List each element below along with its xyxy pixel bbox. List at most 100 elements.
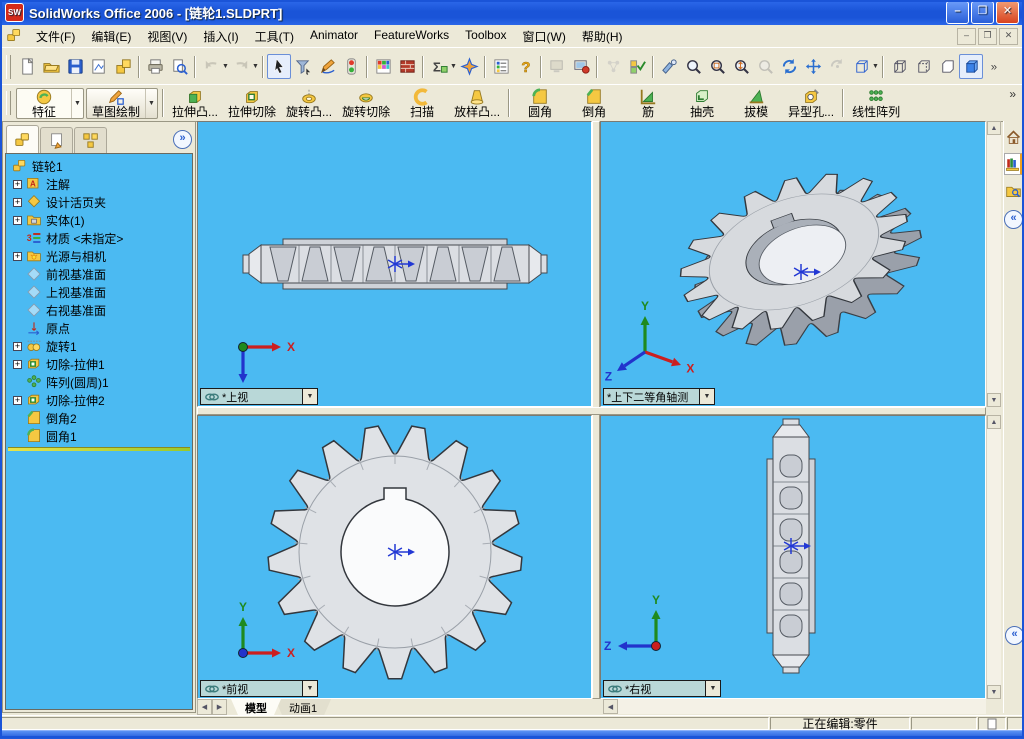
dropdown-arrow-icon[interactable]: ▼ [222, 63, 229, 70]
make-assembly-button[interactable] [111, 54, 135, 79]
zoom-fit-button[interactable] [681, 54, 705, 79]
relations-button[interactable] [601, 54, 625, 79]
tree-item[interactable]: 前视基准面 [6, 265, 192, 283]
viewport-top[interactable]: XZ *上视 ▼ [197, 121, 592, 407]
menu-item[interactable]: 文件(F) [28, 26, 83, 47]
tree-item[interactable]: 圆角1 [6, 427, 192, 445]
zoom-area-button[interactable] [705, 54, 729, 79]
panel-expand-button[interactable]: » [173, 129, 192, 149]
tree-item[interactable]: 上视基准面 [6, 283, 192, 301]
print-button[interactable] [143, 54, 167, 79]
feature-button-sketch-tools[interactable]: 草图绘制 [87, 89, 145, 118]
expand-icon[interactable]: + [13, 215, 22, 225]
rebuild-button[interactable] [339, 54, 363, 79]
sketch-button[interactable] [315, 54, 339, 79]
texture-button[interactable] [395, 54, 419, 79]
tree-item[interactable]: 3 材质 <未指定> [6, 229, 192, 247]
tree-item[interactable]: 倒角2 [6, 409, 192, 427]
scroll-up-icon[interactable]: ▲ [987, 415, 1001, 429]
scroll-down-icon[interactable]: ▼ [987, 685, 1001, 699]
feature-button-sweep[interactable]: 扫描 [395, 87, 449, 120]
rollback-bar[interactable] [8, 447, 190, 451]
task-pane-design-library-button[interactable] [1004, 153, 1023, 175]
feature-button-loft[interactable]: 放样凸... [449, 87, 505, 120]
view-dropdown-button[interactable]: ▼ [302, 681, 317, 696]
menu-item[interactable]: Toolbox [457, 26, 514, 47]
viewport-isometric[interactable]: Y X Z *上下二等角轴测 ▼ [600, 121, 986, 407]
view-orientation-button[interactable] [657, 54, 681, 79]
feature-button-revolve-cut[interactable]: 旋转切除 [337, 87, 395, 120]
feature-button-hole-wizard[interactable]: 异型孔... [783, 87, 839, 120]
view-label-isometric[interactable]: *上下二等角轴测 ▼ [603, 388, 715, 405]
scrollbar-horizontal[interactable]: ◀ [603, 699, 986, 714]
animator-button[interactable] [545, 54, 569, 79]
zoom-selection-button[interactable] [753, 54, 777, 79]
panel-tab-propertymanager[interactable] [40, 127, 73, 154]
shaded-button[interactable] [959, 54, 983, 79]
mdi-minimize-button[interactable]: – [957, 27, 976, 45]
pan-button[interactable] [801, 54, 825, 79]
viewport-front[interactable]: YX *前视 ▼ [197, 415, 592, 699]
scroll-up-icon[interactable]: ▲ [987, 121, 1001, 135]
tree-item[interactable]: + A 注解 [6, 175, 192, 193]
expand-icon[interactable]: + [13, 359, 22, 369]
tab-scroll-left-button[interactable]: ◀ [197, 699, 212, 715]
edrawings-publish-button[interactable] [569, 54, 593, 79]
task-pane-collapse-button[interactable]: « [1004, 210, 1023, 229]
feature-button-fillet[interactable]: 圆角 [513, 87, 567, 120]
panel-tab-featuremanager[interactable] [6, 125, 39, 154]
print-preview-button[interactable] [167, 54, 191, 79]
expand-icon[interactable]: + [13, 395, 22, 405]
dropdown-arrow-icon[interactable]: ▼ [145, 88, 157, 118]
redo-button[interactable] [229, 54, 253, 79]
expand-icon[interactable]: + [13, 179, 22, 189]
title-bar[interactable]: SW SolidWorks Office 2006 - [链轮1.SLDPRT]… [0, 0, 1024, 25]
zoom-in-out-button[interactable] [729, 54, 753, 79]
menu-item[interactable]: 帮助(H) [574, 26, 631, 47]
task-pane-home-button[interactable] [1004, 126, 1023, 148]
tree-item[interactable]: + 切除-拉伸1 [6, 355, 192, 373]
new-button[interactable] [15, 54, 39, 79]
solidworks-explorer-button[interactable] [457, 54, 481, 79]
feature-button-features[interactable]: 特征 [17, 89, 71, 118]
toolbar-overflow-button[interactable]: » [1009, 85, 1016, 101]
feature-button-revolve-boss[interactable]: 旋转凸... [281, 87, 337, 120]
hidden-lines-visible-button[interactable] [911, 54, 935, 79]
feature-button-extrude-cut[interactable]: 拉伸切除 [223, 87, 281, 120]
scroll-left-icon[interactable]: ◀ [603, 699, 618, 714]
menu-item[interactable]: 窗口(W) [515, 26, 574, 47]
tree-item[interactable]: + 旋转1 [6, 337, 192, 355]
feature-button-linear-pattern[interactable]: 线性阵列 [847, 87, 905, 120]
close-button[interactable]: ✕ [996, 1, 1019, 24]
view-label-front[interactable]: *前视 ▼ [200, 680, 318, 697]
view-label-right[interactable]: *右视 ▼ [603, 680, 721, 697]
tree-item[interactable]: + 实体(1) [6, 211, 192, 229]
task-pane-file-explorer-button[interactable] [1004, 180, 1023, 202]
sheet-tab-模型[interactable]: 模型 [231, 699, 281, 715]
make-drawing-button[interactable] [87, 54, 111, 79]
mdi-close-button[interactable]: ✕ [999, 27, 1018, 45]
options-button[interactable] [489, 54, 513, 79]
design-checker-button[interactable] [625, 54, 649, 79]
tab-scroll-right-button[interactable]: ▶ [212, 699, 227, 715]
viewport-right[interactable]: YZ *右视 ▼ [600, 415, 986, 699]
tree-item[interactable]: 原点 [6, 319, 192, 337]
dropdown-arrow-icon[interactable]: ▼ [71, 88, 83, 118]
tree-item[interactable]: + 切除-拉伸2 [6, 391, 192, 409]
sheet-tab-动画1[interactable]: 动画1 [275, 699, 331, 715]
menu-item[interactable]: 插入(I) [195, 26, 246, 47]
open-button[interactable] [39, 54, 63, 79]
horizontal-splitter[interactable] [197, 407, 986, 415]
hidden-lines-removed-button[interactable] [935, 54, 959, 79]
feature-button-shell[interactable]: 抽壳 [675, 87, 729, 120]
view-dropdown-button[interactable]: ▼ [705, 681, 720, 696]
tree-item[interactable]: 右视基准面 [6, 301, 192, 319]
save-button[interactable] [63, 54, 87, 79]
mdi-restore-button[interactable]: ❐ [978, 27, 997, 45]
scrollbar-vertical-bottom[interactable]: ▲ ▼ [986, 415, 1001, 699]
menu-item[interactable]: 工具(T) [247, 26, 302, 47]
tree-item[interactable]: + 光源与相机 [6, 247, 192, 265]
restore-button[interactable]: ❐ [971, 1, 994, 24]
dropdown-arrow-icon[interactable]: ▼ [872, 63, 879, 70]
dropdown-arrow-icon[interactable]: ▼ [450, 63, 457, 70]
